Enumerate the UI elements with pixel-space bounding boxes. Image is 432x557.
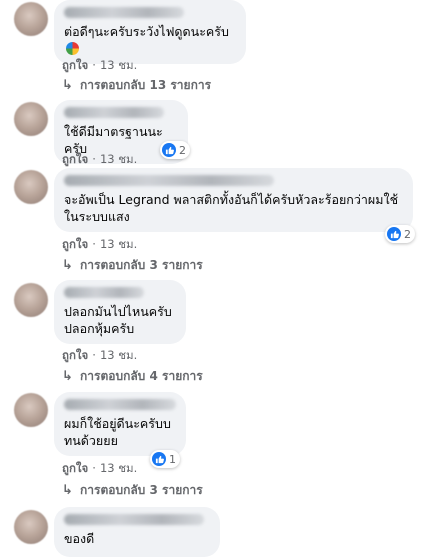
commenter-name[interactable]: [64, 107, 164, 118]
timestamp[interactable]: 13 ชม.: [100, 237, 137, 251]
thumbs-up-icon: [162, 143, 176, 157]
reaction-count: 2: [179, 143, 186, 157]
view-replies-button[interactable]: ↳ การตอบกลับ 3 รายการ: [62, 481, 203, 500]
comment-actions: ถูกใจ · 13 ชม.: [62, 58, 138, 72]
timestamp[interactable]: 13 ชม.: [100, 152, 137, 166]
comment-text: ของดี: [64, 531, 95, 546]
timestamp[interactable]: 13 ชม.: [100, 461, 137, 475]
like-button[interactable]: ถูกใจ: [62, 152, 88, 166]
commenter-name[interactable]: [64, 175, 274, 186]
comment-bubble: ผมก็ใช้อยู่ดีนะครับบ ทนด้วยยย: [54, 392, 186, 456]
reply-arrow-icon: ↳: [62, 78, 73, 93]
thumbs-up-icon: [387, 227, 401, 241]
commenter-name[interactable]: [64, 287, 144, 298]
avatar[interactable]: [14, 283, 48, 317]
reaction-count: 2: [404, 227, 411, 241]
like-button[interactable]: ถูกใจ: [62, 348, 88, 362]
comment-text: ปลอกมันไปไหนครับ ปลอกหุ้มครับ: [64, 304, 172, 336]
reaction-badge[interactable]: 1: [150, 450, 180, 468]
comment-text: ต่อดีๆนะครับระวังไฟดูดนะครับ: [64, 23, 234, 57]
reply-arrow-icon: ↳: [62, 369, 73, 384]
comment-text: จะอัพเป็น Legrand พลาสติกทั้งอันก็ได้ครั…: [64, 192, 399, 224]
like-button[interactable]: ถูกใจ: [62, 58, 88, 72]
comment-actions: ถูกใจ · 13 ชม.: [62, 237, 138, 251]
timestamp[interactable]: 13 ชม.: [100, 58, 137, 72]
comment-bubble: ต่อดีๆนะครับระวังไฟดูดนะครับ: [54, 0, 246, 64]
comment-text: ผมก็ใช้อยู่ดีนะครับบ ทนด้วยยย: [64, 416, 171, 448]
view-replies-button[interactable]: ↳ การตอบกลับ 4 รายการ: [62, 367, 203, 386]
comment-bubble: ปลอกมันไปไหนครับ ปลอกหุ้มครับ: [54, 280, 186, 344]
avatar[interactable]: [14, 2, 48, 36]
commenter-name[interactable]: [64, 7, 184, 18]
commenter-name[interactable]: [64, 399, 176, 410]
commenter-name[interactable]: [64, 514, 204, 525]
comment-bubble: จะอัพเป็น Legrand พลาสติกทั้งอันก็ได้ครั…: [54, 168, 413, 232]
comment-bubble: ของดี: [54, 507, 220, 557]
reply-arrow-icon: ↳: [62, 258, 73, 273]
view-replies-button[interactable]: ↳ การตอบกลับ 3 รายการ: [62, 256, 203, 275]
reaction-badge[interactable]: 2: [385, 225, 415, 243]
emoji-icon: [66, 42, 79, 55]
view-replies-button[interactable]: ↳ การตอบกลับ 13 รายการ: [62, 76, 211, 95]
timestamp[interactable]: 13 ชม.: [100, 348, 137, 362]
avatar[interactable]: [14, 102, 48, 136]
reaction-count: 1: [169, 452, 176, 466]
comment-actions: ถูกใจ · 13 ชม.: [62, 348, 138, 362]
like-button[interactable]: ถูกใจ: [62, 461, 88, 475]
comment-actions: ถูกใจ · 13 ชม.: [62, 461, 138, 475]
comment-actions: ถูกใจ · 13 ชม.: [62, 152, 138, 166]
reply-arrow-icon: ↳: [62, 483, 73, 498]
like-button[interactable]: ถูกใจ: [62, 237, 88, 251]
reaction-badge[interactable]: 2: [160, 141, 190, 159]
avatar[interactable]: [14, 393, 48, 427]
avatar[interactable]: [14, 170, 48, 204]
thumbs-up-icon: [152, 452, 166, 466]
avatar[interactable]: [14, 510, 48, 544]
